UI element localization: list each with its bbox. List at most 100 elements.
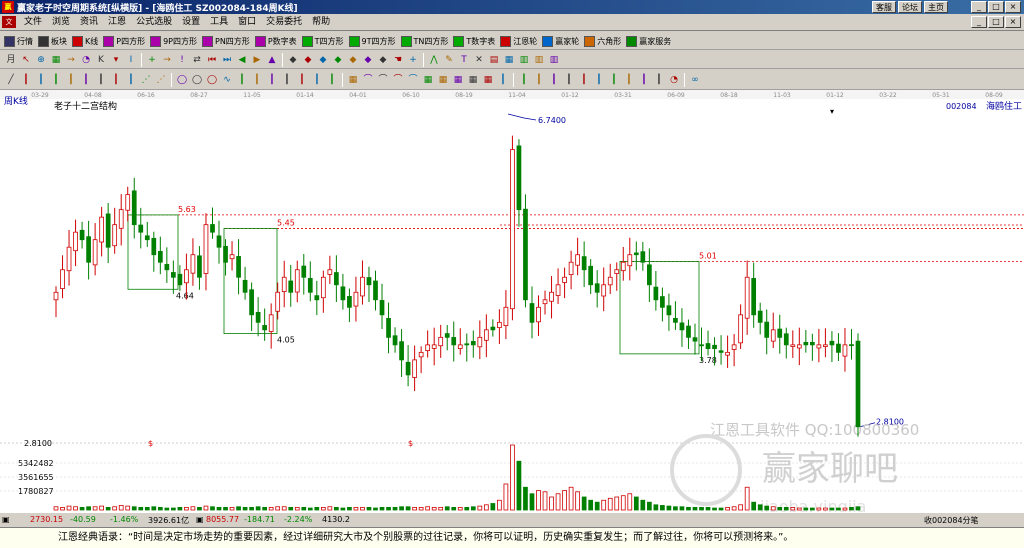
zoom-icon[interactable]: ⊕	[34, 53, 48, 67]
grid-icon[interactable]: ▦	[481, 73, 495, 87]
mdi-minimize-button[interactable]: _	[971, 16, 987, 28]
grid-icon[interactable]: ▦	[466, 73, 480, 87]
text-icon[interactable]: T	[457, 53, 471, 67]
diamond-icon[interactable]: ◆	[361, 53, 375, 67]
diamond-icon[interactable]: ◆	[301, 53, 315, 67]
index-icon[interactable]: ▣	[2, 515, 10, 524]
pencil-icon[interactable]: ✎	[442, 53, 456, 67]
toolbar-button-0[interactable]: 行情	[4, 34, 35, 48]
wave-icon[interactable]: ∿	[220, 73, 234, 87]
bars-icon[interactable]: ┃	[49, 73, 63, 87]
menu-news[interactable]: 资讯	[75, 16, 103, 29]
arc-icon[interactable]: ⌒	[376, 73, 390, 87]
document-icon[interactable]: 文	[2, 16, 16, 28]
bars-icon[interactable]: ┃	[547, 73, 561, 87]
minimize-button[interactable]: _	[971, 1, 987, 13]
toolbar-button-6[interactable]: P数字表	[254, 34, 299, 48]
swap-icon[interactable]: ⇄	[190, 53, 204, 67]
menu-gann[interactable]: 江恩	[103, 16, 131, 29]
up-icon[interactable]: ▲	[265, 53, 279, 67]
mdi-close-button[interactable]: ×	[1005, 16, 1021, 28]
line-icon[interactable]: ╱	[4, 73, 18, 87]
toolbar-button-12[interactable]: 赢家轮	[542, 34, 581, 48]
pie-icon[interactable]: ◔	[667, 73, 681, 87]
bars-icon[interactable]: ┃	[94, 73, 108, 87]
chart-icon[interactable]: ▥	[532, 53, 546, 67]
toolbar-button-14[interactable]: 赢家服务	[626, 34, 673, 48]
first-icon[interactable]: ⏮	[205, 53, 219, 67]
bars-icon[interactable]: ┃	[265, 73, 279, 87]
circle-icon[interactable]: ◯	[175, 73, 189, 87]
bars-icon[interactable]: ┃	[64, 73, 78, 87]
bars-icon[interactable]: ┃	[622, 73, 636, 87]
grid-icon[interactable]: ▦	[502, 53, 516, 67]
diamond-icon[interactable]: ◆	[286, 53, 300, 67]
bars-icon[interactable]: ┃	[562, 73, 576, 87]
menu-formula-screen[interactable]: 公式选股	[131, 16, 177, 29]
menu-settings[interactable]: 设置	[177, 16, 205, 29]
arc-icon[interactable]: ⌒	[406, 73, 420, 87]
homepage-link[interactable]: 主页	[924, 1, 948, 13]
grid-icon[interactable]: ▦	[346, 73, 360, 87]
bars-icon[interactable]: ┃	[280, 73, 294, 87]
toolbar-button-9[interactable]: TN四方形	[400, 34, 451, 48]
menu-tools[interactable]: 工具	[205, 16, 233, 29]
diamond-icon[interactable]: ◆	[376, 53, 390, 67]
diamond-icon[interactable]: ◆	[346, 53, 360, 67]
bars-icon[interactable]: ┃	[652, 73, 666, 87]
toolbar-button-4[interactable]: 9P四方形	[150, 34, 199, 48]
kline-chart[interactable]: 03-29 04-08 06-16 08-27 11-05 01-14 04-01 06-10…	[0, 90, 1024, 512]
toolbar-button-2[interactable]: K线	[72, 34, 100, 48]
arrow-icon[interactable]: →	[160, 53, 174, 67]
close-button[interactable]: ×	[1005, 1, 1021, 13]
maximize-button[interactable]: □	[988, 1, 1004, 13]
bars-icon[interactable]: ┃	[295, 73, 309, 87]
calendar-icon[interactable]: ▤	[487, 53, 501, 67]
circle-icon[interactable]: ◯	[205, 73, 219, 87]
grid-icon[interactable]: ▦	[451, 73, 465, 87]
last-icon[interactable]: ⏭	[220, 53, 234, 67]
bars-icon[interactable]: ┃	[250, 73, 264, 87]
menu-browse[interactable]: 浏览	[47, 16, 75, 29]
toolbar-button-13[interactable]: 六角形	[584, 34, 623, 48]
bars-icon[interactable]: ┃	[532, 73, 546, 87]
pie-icon[interactable]: ◔	[79, 53, 93, 67]
menu-window[interactable]: 窗口	[233, 16, 261, 29]
infinity-icon[interactable]: ∞	[688, 73, 702, 87]
tick-detail-label[interactable]: 收002084分笔	[924, 515, 979, 526]
grid-icon[interactable]: ▦	[49, 53, 63, 67]
left-icon[interactable]: ◀	[235, 53, 249, 67]
bars-icon[interactable]: ┃	[577, 73, 591, 87]
month-dropdown[interactable]: 月	[4, 53, 18, 67]
customer-service-link[interactable]: 客服	[872, 1, 896, 13]
bars-icon[interactable]: ┃	[325, 73, 339, 87]
cursor-icon[interactable]: ↖	[19, 53, 33, 67]
arrow-icon[interactable]: →	[64, 53, 78, 67]
menu-help[interactable]: 帮助	[307, 16, 335, 29]
grid-icon[interactable]: ▦	[436, 73, 450, 87]
toolbar-button-8[interactable]: 9T四方形	[348, 34, 398, 48]
bars-icon[interactable]: ┃	[124, 73, 138, 87]
toolbar-button-7[interactable]: T四方形	[301, 34, 346, 48]
bars-icon[interactable]: ┃	[109, 73, 123, 87]
diamond-icon[interactable]: ◆	[316, 53, 330, 67]
fan-icon[interactable]: ⋰	[139, 73, 153, 87]
down-icon[interactable]: ▾	[109, 53, 123, 67]
diamond-icon[interactable]: ◆	[331, 53, 345, 67]
exclaim-icon[interactable]: !	[175, 53, 189, 67]
chart-canvas[interactable]: 03-29 04-08 06-16 08-27 11-05 01-14 04-01 06-10…	[0, 90, 1024, 512]
bars-icon[interactable]: ┃	[34, 73, 48, 87]
bars-icon[interactable]: ┃	[79, 73, 93, 87]
plus-icon[interactable]: +	[406, 53, 420, 67]
bars-icon[interactable]: ┃	[517, 73, 531, 87]
grid-icon[interactable]: ▦	[421, 73, 435, 87]
bars-icon[interactable]: ┃	[496, 73, 510, 87]
bars-icon[interactable]: ┃	[607, 73, 621, 87]
menu-file[interactable]: 文件	[19, 16, 47, 29]
toolbar-button-1[interactable]: 板块	[38, 34, 69, 48]
bars-icon[interactable]: ┃	[637, 73, 651, 87]
zigzag-icon[interactable]: ⋀	[427, 53, 441, 67]
i-icon[interactable]: I	[124, 53, 138, 67]
arc-icon[interactable]: ⌒	[361, 73, 375, 87]
cross-icon[interactable]: +	[145, 53, 159, 67]
